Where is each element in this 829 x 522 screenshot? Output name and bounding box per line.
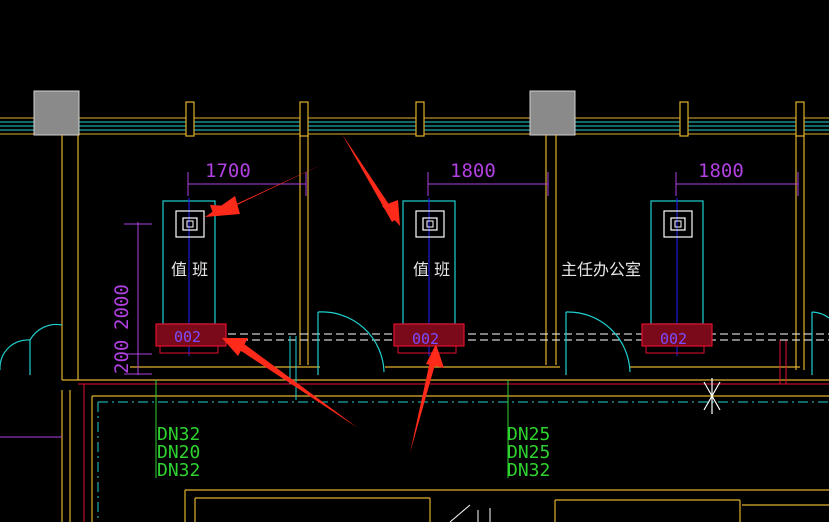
- partial-text-glyphs: [449, 504, 491, 522]
- cad-drawing-canvas[interactable]: 1700 1800 1800 2000 200 002 002 002 值 班 …: [0, 0, 829, 522]
- pipe-labels-left: DN32 DN20 DN32: [157, 424, 200, 481]
- pipe-label: DN32: [507, 460, 550, 481]
- dimension-1700: 1700: [205, 160, 251, 182]
- room-label-director-office: 主任办公室: [561, 260, 641, 279]
- column-left: [33, 90, 80, 136]
- green-pipe-risers: [155, 380, 509, 478]
- dimension-1800-b: 1800: [698, 160, 744, 182]
- pipe-labels-right: DN25 DN25 DN32: [507, 424, 550, 481]
- dimension-1800-a: 1800: [450, 160, 496, 182]
- column-middle: [529, 90, 576, 136]
- room-label-duty-2: 值 班: [413, 260, 450, 279]
- pipe-label: DN32: [157, 460, 200, 481]
- dimension-2000: 2000: [111, 284, 133, 330]
- unit-tag-1: 002: [174, 328, 201, 346]
- room-label-duty-1: 值 班: [171, 260, 208, 279]
- top-wall-band: [0, 117, 829, 135]
- square-air-outlet-icon: [175, 210, 205, 238]
- unit-tag-3: 002: [660, 330, 687, 348]
- square-air-outlet-icon: [415, 210, 445, 238]
- dimension-200: 200: [111, 340, 133, 374]
- square-air-outlet-icon: [663, 210, 693, 238]
- unit-tag-2: 002: [412, 330, 439, 348]
- window-mullions: [185, 101, 805, 137]
